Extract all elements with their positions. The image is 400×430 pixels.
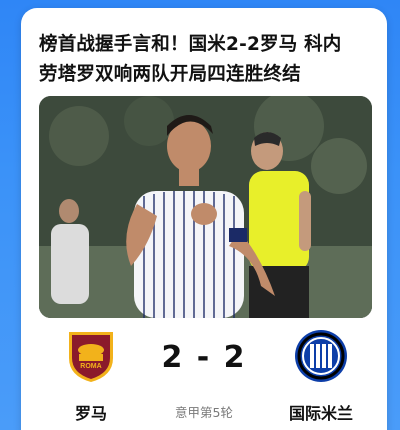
away-team[interactable]: 国际米兰 [266,328,376,424]
news-card[interactable]: 榜首战握手言和！国米2-2罗马 科内 劳塔罗双响两队开局四连胜终结 ROMA 罗… [21,8,387,430]
home-team[interactable]: ROMA 罗马 [36,328,146,424]
match-score: 2 - 2 [161,340,247,375]
league-round: 意甲第5轮 [175,405,233,420]
home-team-name: 罗马 [74,404,107,423]
svg-text:ROMA: ROMA [80,363,101,370]
away-team-name: 国际米兰 [288,404,353,423]
article-headline[interactable]: 榜首战握手言和！国米2-2罗马 科内 劳塔罗双响两队开局四连胜终结 [39,30,379,90]
match-photo[interactable] [39,96,372,318]
headline-line-2: 劳塔罗双响两队开局四连胜终结 [39,64,301,85]
inter-crest-icon [295,330,347,382]
roma-crest-icon: ROMA [69,332,113,382]
player-celebration-image [39,96,372,318]
headline-line-1: 榜首战握手言和！国米2-2罗马 科内 [39,34,342,55]
match-score-row[interactable]: ROMA 罗马 2 - 2 意甲第5轮 国际米兰 [21,328,387,430]
